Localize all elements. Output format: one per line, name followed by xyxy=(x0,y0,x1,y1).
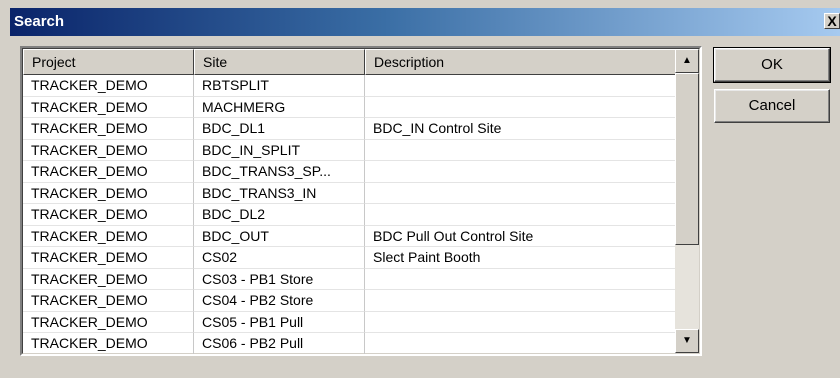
cell-project: TRACKER_DEMO xyxy=(23,247,194,269)
table-row[interactable]: TRACKER_DEMO MACHMERG xyxy=(23,96,676,118)
cell-site: CS04 - PB2 Store xyxy=(194,290,365,312)
cell-description xyxy=(365,290,676,312)
table-row[interactable]: TRACKER_DEMO RBTSPLIT xyxy=(23,75,676,97)
scroll-up-icon[interactable]: ▲ xyxy=(675,49,699,73)
column-header-project[interactable]: Project xyxy=(23,49,194,75)
cell-site: RBTSPLIT xyxy=(194,75,365,97)
scroll-down-icon[interactable]: ▼ xyxy=(675,329,699,353)
cell-description: BDC_IN Control Site xyxy=(365,118,676,140)
search-results-list[interactable]: Project Site Description TRACKER_DEMO RBT… xyxy=(20,46,702,356)
cell-site: BDC_IN_SPLIT xyxy=(194,139,365,161)
cell-project: TRACKER_DEMO xyxy=(23,225,194,247)
close-icon[interactable]: X xyxy=(824,13,840,29)
ok-button[interactable]: OK xyxy=(713,47,831,83)
cell-site: BDC_DL1 xyxy=(194,118,365,140)
cell-site: MACHMERG xyxy=(194,96,365,118)
table-row[interactable]: TRACKER_DEMO BDC_OUT BDC Pull Out Control … xyxy=(23,225,676,247)
cell-site: BDC_TRANS3_IN xyxy=(194,182,365,204)
cell-site: CS02 xyxy=(194,247,365,269)
table-row[interactable]: TRACKER_DEMO BDC_TRANS3_IN xyxy=(23,182,676,204)
table-row[interactable]: TRACKER_DEMO CS03 - PB1 Store xyxy=(23,268,676,290)
cell-project: TRACKER_DEMO xyxy=(23,204,194,226)
cell-project: TRACKER_DEMO xyxy=(23,182,194,204)
table-row[interactable]: TRACKER_DEMO BDC_DL1 BDC_IN Control Site xyxy=(23,118,676,140)
cell-project: TRACKER_DEMO xyxy=(23,311,194,333)
cell-description xyxy=(365,268,676,290)
cell-project: TRACKER_DEMO xyxy=(23,268,194,290)
cell-project: TRACKER_DEMO xyxy=(23,75,194,97)
cell-description xyxy=(365,204,676,226)
cancel-button[interactable]: Cancel xyxy=(714,89,830,123)
cell-description xyxy=(365,311,676,333)
cell-description xyxy=(365,75,676,97)
cell-project: TRACKER_DEMO xyxy=(23,161,194,183)
table-row[interactable]: TRACKER_DEMO BDC_IN_SPLIT xyxy=(23,139,676,161)
cell-project: TRACKER_DEMO xyxy=(23,96,194,118)
cell-project: TRACKER_DEMO xyxy=(23,139,194,161)
table-row[interactable]: TRACKER_DEMO CS02 Slect Paint Booth xyxy=(23,247,676,269)
cell-site: CS06 - PB2 Pull xyxy=(194,333,365,354)
cell-project: TRACKER_DEMO xyxy=(23,333,194,354)
cell-description xyxy=(365,161,676,183)
cell-description xyxy=(365,182,676,204)
table-row[interactable]: TRACKER_DEMO BDC_TRANS3_SP... xyxy=(23,161,676,183)
cell-site: CS05 - PB1 Pull xyxy=(194,311,365,333)
table-row[interactable]: TRACKER_DEMO CS04 - PB2 Store xyxy=(23,290,676,312)
cell-site: BDC_DL2 xyxy=(194,204,365,226)
dialog-title: Search xyxy=(14,13,65,30)
list-header: Project Site Description xyxy=(23,49,676,75)
cell-project: TRACKER_DEMO xyxy=(23,290,194,312)
column-header-site[interactable]: Site xyxy=(194,49,365,75)
table-row[interactable]: TRACKER_DEMO CS06 - PB2 Pull xyxy=(23,333,676,354)
cell-description xyxy=(365,96,676,118)
vertical-scrollbar[interactable]: ▲ ▼ xyxy=(675,49,699,353)
list-rows: TRACKER_DEMO RBTSPLIT TRACKER_DEMO MACHMERG… xyxy=(23,75,676,354)
cell-description xyxy=(365,139,676,161)
cell-site: BDC_OUT xyxy=(194,225,365,247)
cell-project: TRACKER_DEMO xyxy=(23,118,194,140)
scrollbar-thumb[interactable] xyxy=(675,73,699,245)
cell-description xyxy=(365,333,676,354)
table-row[interactable]: TRACKER_DEMO BDC_DL2 xyxy=(23,204,676,226)
search-dialog: Search X Project Site Description TRACKE… xyxy=(0,0,840,378)
table-row[interactable]: TRACKER_DEMO CS05 - PB1 Pull xyxy=(23,311,676,333)
cell-description: BDC Pull Out Control Site xyxy=(365,225,676,247)
cell-site: CS03 - PB1 Store xyxy=(194,268,365,290)
column-header-description[interactable]: Description xyxy=(365,49,676,75)
cell-site: BDC_TRANS3_SP... xyxy=(194,161,365,183)
title-bar[interactable]: Search X xyxy=(10,8,840,36)
cell-description: Slect Paint Booth xyxy=(365,247,676,269)
